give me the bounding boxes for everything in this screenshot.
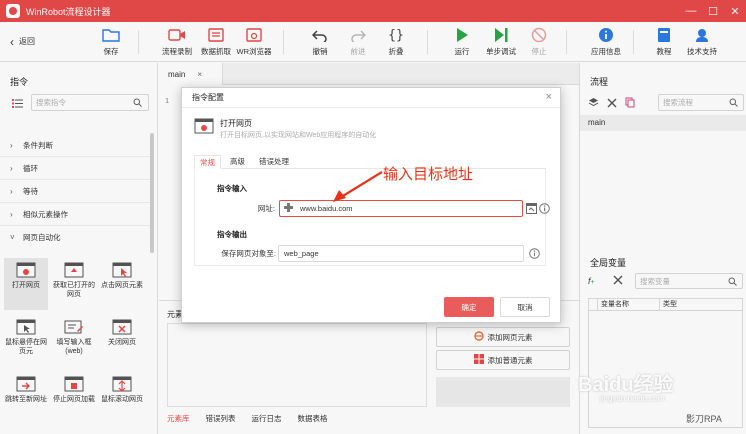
output-section-title: 指令输出 xyxy=(217,230,247,239)
ok-button[interactable]: 确定 xyxy=(444,297,494,317)
dialog-title: 指令配置 xyxy=(192,93,224,102)
tab-advanced[interactable]: 高级 xyxy=(225,155,250,169)
dialog-tabs: 常规 高级 错误处理 xyxy=(194,155,546,169)
cancel-button[interactable]: 取消 xyxy=(500,297,550,317)
url-label: 网址: xyxy=(257,204,275,213)
open-webpage-icon xyxy=(194,118,214,134)
credit-watermark: 影刀RPA xyxy=(686,414,722,424)
close-dialog-icon[interactable]: × xyxy=(546,91,552,103)
data-picker-icon[interactable] xyxy=(526,203,537,216)
command-description: 打开目标网页,以实现网站和Web应用程序的自动化 xyxy=(220,132,377,139)
tab-error-handling[interactable]: 错误处理 xyxy=(254,155,294,169)
tab-general[interactable]: 常规 xyxy=(194,155,221,169)
save-help-icon[interactable] xyxy=(529,248,540,261)
save-object-input[interactable]: web_page xyxy=(278,245,524,262)
save-object-label: 保存网页对象至: xyxy=(221,249,276,258)
input-section-title: 指令输入 xyxy=(217,184,247,193)
baidu-watermark-logo: Baidu经验 xyxy=(578,374,674,396)
url-help-icon[interactable] xyxy=(539,203,550,216)
command-config-dialog: 指令配置 × 打开网页 打开目标网页,以实现网站和Web应用程序的自动化 常规 … xyxy=(181,87,561,323)
annotation-arrow-icon xyxy=(333,171,383,202)
puzzle-icon xyxy=(284,203,293,214)
command-name: 打开网页 xyxy=(220,119,252,128)
url-input[interactable]: www.baidu.com xyxy=(279,200,523,217)
dialog-header: 指令配置 xyxy=(182,88,560,108)
baidu-watermark-url: jingyan.baidu.com xyxy=(600,394,665,403)
annotation-text: 输入目标地址 xyxy=(383,166,474,183)
url-value: www.baidu.com xyxy=(300,204,353,213)
